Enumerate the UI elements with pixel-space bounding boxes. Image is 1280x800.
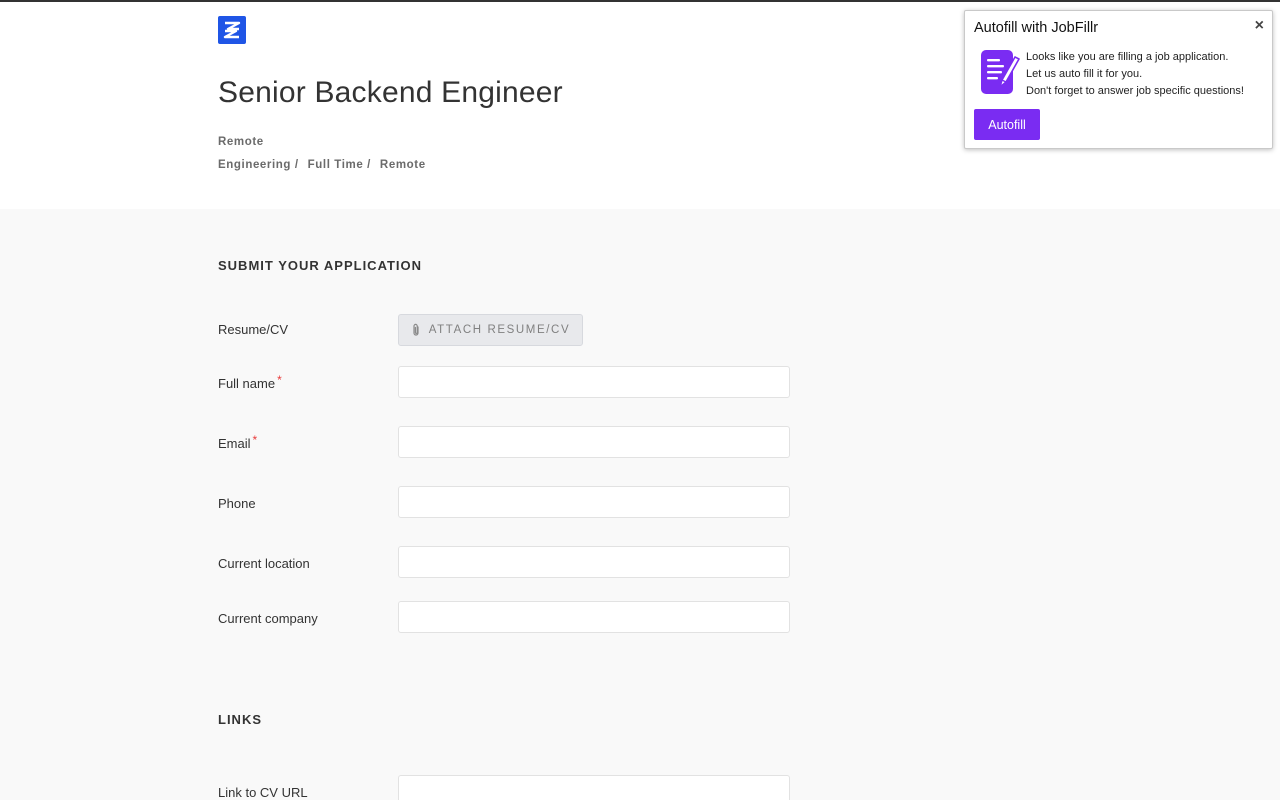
application-heading: SUBMIT YOUR APPLICATION [218,258,423,273]
current-location-input[interactable] [398,546,790,578]
job-categories: Engineering / Full Time / Remote [218,159,435,171]
attach-resume-label: ATTACH RESUME/CV [428,324,571,336]
email-label: Email * [218,433,258,451]
document-pen-icon [980,49,1020,95]
close-icon[interactable]: × [1255,17,1264,35]
phone-input[interactable] [398,486,790,518]
category-department: Engineering / [218,159,299,171]
autofill-button[interactable]: Autofill [974,109,1040,140]
popup-message-line: Don't forget to answer job specific ques… [1026,85,1244,97]
phone-label: Phone [218,496,256,511]
resume-label: Resume/CV [218,322,289,337]
category-workplace: Remote [379,159,426,171]
cv-url-input[interactable] [398,775,790,800]
links-heading: LINKS [218,712,262,727]
attach-resume-button[interactable]: ATTACH RESUME/CV [398,314,583,346]
paperclip-icon [411,323,421,337]
full-name-label-text: Full name [218,376,276,391]
full-name-label: Full name * [218,373,282,391]
popup-message-line: Looks like you are filling a job applica… [1026,51,1229,63]
email-input[interactable] [398,426,790,458]
cv-url-label: Link to CV URL [218,785,308,800]
current-company-input[interactable] [398,601,790,633]
current-company-label: Current company [218,611,318,626]
job-title: Senior Backend Engineer [218,76,563,109]
popup-title: Autofill with JobFillr [974,20,1099,36]
company-logo-icon[interactable] [218,16,246,44]
current-location-label: Current location [218,556,310,571]
full-name-input[interactable] [398,366,790,398]
job-location: Remote [218,136,264,148]
popup-message-line: Let us auto fill it for you. [1026,68,1143,80]
email-label-text: Email [218,436,251,451]
autofill-popup: Autofill with JobFillr × Looks like you … [964,10,1273,149]
category-commitment: Full Time / [307,159,371,171]
popup-message: Looks like you are filling a job applica… [1026,49,1244,100]
required-marker: * [277,373,282,387]
required-marker: * [252,433,258,447]
